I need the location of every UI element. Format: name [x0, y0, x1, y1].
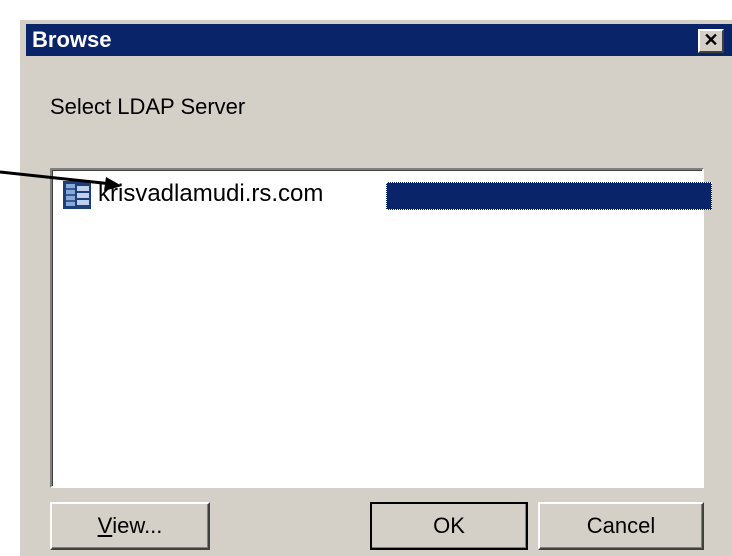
server-icon	[63, 181, 91, 209]
view-button[interactable]: View...	[50, 502, 210, 550]
cancel-label: Cancel	[586, 513, 656, 538]
server-name: krisvadlamudi.rs.com	[98, 180, 324, 207]
ok-label: OK	[433, 513, 465, 538]
list-item[interactable]: krisvadlamudi.rs.com	[62, 178, 712, 212]
prompt-label: Select LDAP Server	[50, 94, 246, 119]
close-icon: ✕	[703, 30, 719, 50]
browse-dialog: Browse ✕ Select LDAP Server krisvadlamud…	[18, 18, 732, 556]
server-listbox[interactable]: krisvadlamudi.rs.com	[50, 168, 712, 488]
title-bar[interactable]: Browse ✕	[26, 24, 732, 56]
view-label: iew...	[112, 513, 163, 538]
view-mnemonic: V	[97, 513, 113, 538]
close-button[interactable]: ✕	[698, 29, 724, 53]
selection-highlight	[386, 182, 712, 210]
dialog-title: Browse	[32, 27, 112, 52]
ok-button[interactable]: OK	[370, 502, 528, 550]
cancel-button[interactable]: Cancel	[538, 502, 704, 550]
